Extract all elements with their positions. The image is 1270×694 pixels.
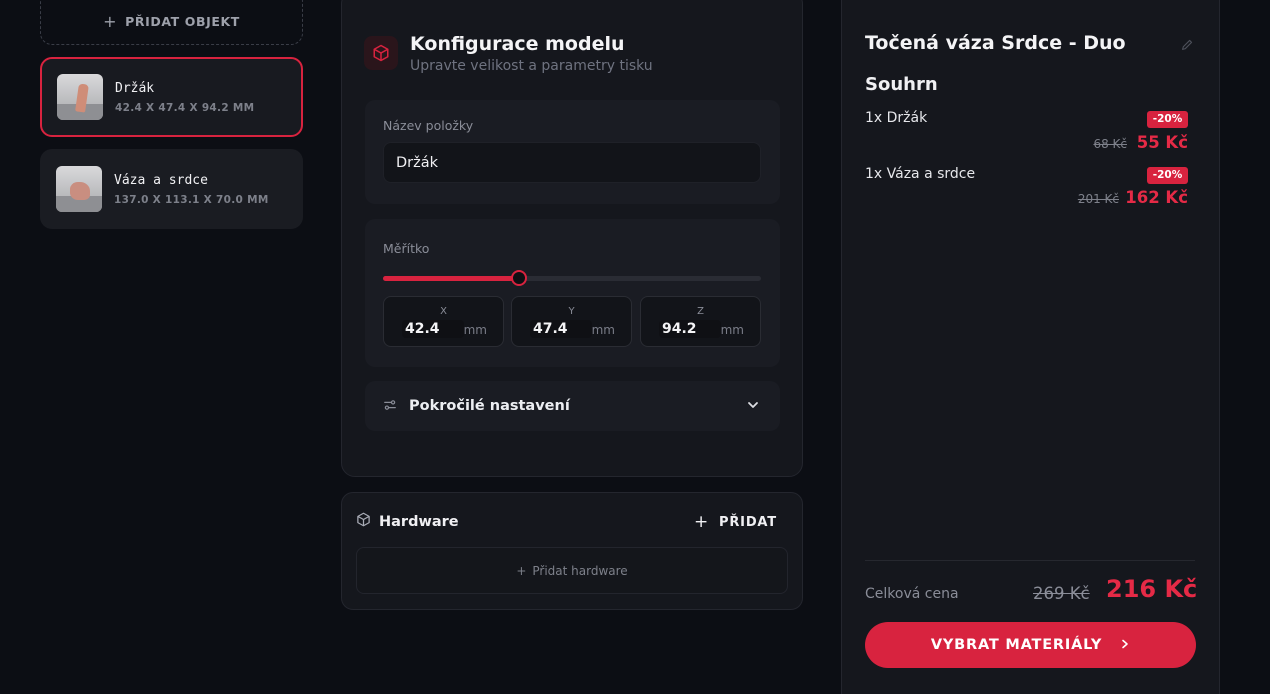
plus-icon: + [103,12,118,31]
plus-icon: + [516,563,527,578]
summary-item-new-price: 55 Kč [1136,133,1188,152]
add-hardware-header-button[interactable]: + PŘIDAT [694,512,777,532]
panel-title: Konfigurace modelu [410,33,625,55]
object-thumbnail [57,74,103,120]
scale-slider-thumb[interactable] [511,270,527,286]
object-dimensions: 42.4 X 47.4 X 94.2 MM [115,101,255,114]
axis-label: Y [568,306,575,317]
advanced-settings-toggle[interactable]: Pokročilé nastavení [365,381,780,431]
object-name: Váza a srdce [114,172,208,188]
chevron-right-icon [1120,637,1130,653]
chevron-down-icon [746,397,760,416]
choose-materials-label: VYBRAT MATERIÁLY [930,637,1103,653]
product-title: Točená váza Srdce - Duo [865,32,1126,54]
panel-subtitle: Upravte velikost a parametry tisku [410,58,653,74]
add-hardware-label: Přidat hardware [532,563,628,578]
summary-divider [865,560,1195,561]
pencil-icon[interactable] [1180,37,1194,56]
axis-label: X [440,306,447,317]
scale-slider-fill [383,276,519,281]
add-object-button[interactable]: + PŘIDAT OBJEKT [40,0,303,45]
dimension-unit: mm [463,323,487,337]
add-object-label: PŘIDAT OBJEKT [125,14,240,29]
total-new-price: 216 Kč [1106,575,1198,603]
dimension-value[interactable]: 94.2 [659,320,721,338]
choose-materials-button[interactable]: VYBRAT MATERIÁLY [865,622,1196,668]
sliders-icon [383,397,397,416]
dimension-value[interactable]: 42.4 [402,320,464,338]
add-hardware-button[interactable]: + Přidat hardware [356,547,788,594]
dimension-value[interactable]: 47.4 [530,320,592,338]
dimension-unit: mm [591,323,615,337]
object-card-holder[interactable]: Držák 42.4 X 47.4 X 94.2 MM [40,57,303,137]
discount-badge: -20% [1147,167,1188,184]
summary-item-old-price: 68 Kč [1093,137,1127,151]
summary-item-name: 1x Držák [865,110,928,126]
hardware-header: Hardware [356,512,459,531]
discount-badge: -20% [1147,111,1188,128]
item-name-input[interactable] [383,142,761,183]
add-hardware-header-label: PŘIDAT [719,514,777,530]
package-icon [356,512,371,531]
object-dimensions: 137.0 X 113.1 X 70.0 MM [114,193,269,206]
plus-icon: + [694,512,710,532]
summary-title: Souhrn [865,74,938,95]
dimension-unit: mm [720,323,744,337]
total-price-label: Celková cena [865,586,959,602]
advanced-settings-label: Pokročilé nastavení [409,398,570,414]
total-old-price: 269 Kč [1033,584,1090,603]
summary-item-new-price: 162 Kč [1125,188,1188,207]
dimension-z-field[interactable]: Z 94.2 mm [640,296,761,347]
axis-label: Z [697,306,704,317]
object-name: Držák [115,80,155,96]
summary-item-old-price: 201 Kč [1077,192,1119,206]
hardware-title: Hardware [379,513,459,530]
dimension-x-field[interactable]: X 42.4 mm [383,296,504,347]
summary-item-name: 1x Váza a srdce [865,166,976,182]
item-name-label: Název položky [383,118,474,133]
cube-icon [364,36,398,70]
scale-label: Měřítko [383,241,430,256]
object-card-vase[interactable]: Váza a srdce 137.0 X 113.1 X 70.0 MM [40,149,303,229]
dimension-y-field[interactable]: Y 47.4 mm [511,296,632,347]
object-thumbnail [56,166,102,212]
